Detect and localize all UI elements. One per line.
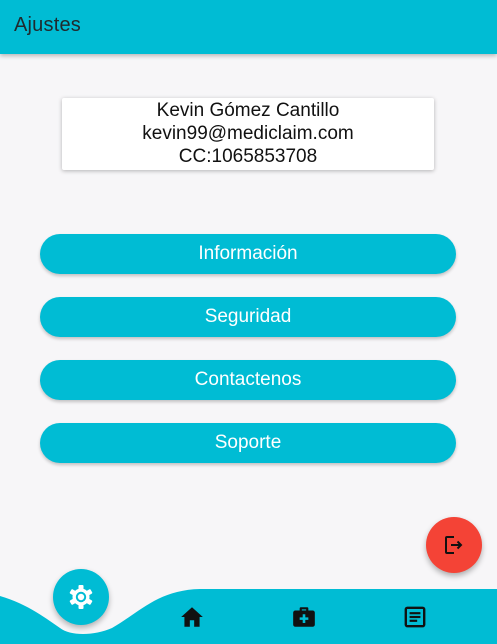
- app-bar: Ajustes: [0, 0, 497, 54]
- home-icon: [181, 607, 203, 627]
- user-document: CC:1065853708: [178, 146, 318, 167]
- info-button[interactable]: Información: [40, 234, 456, 274]
- nav-settings-button[interactable]: [53, 569, 109, 625]
- user-email: kevin99@mediclaim.com: [142, 123, 354, 144]
- settings-icon: [69, 585, 93, 609]
- user-name: Kevin Gómez Cantillo: [156, 100, 340, 121]
- support-button[interactable]: Soporte: [40, 423, 456, 463]
- document-list-icon: [404, 606, 426, 628]
- nav-medical-button[interactable]: [289, 602, 319, 632]
- contact-button[interactable]: Contactenos: [40, 360, 456, 400]
- nav-documents-button[interactable]: [400, 602, 430, 632]
- page-title: Ajustes: [14, 14, 81, 36]
- nav-home-button[interactable]: [177, 602, 207, 632]
- profile-card: Kevin Gómez Cantillo kevin99@mediclaim.c…: [62, 98, 434, 170]
- logout-icon: [445, 536, 463, 554]
- security-button[interactable]: Seguridad: [40, 297, 456, 337]
- medical-kit-icon: [293, 607, 315, 627]
